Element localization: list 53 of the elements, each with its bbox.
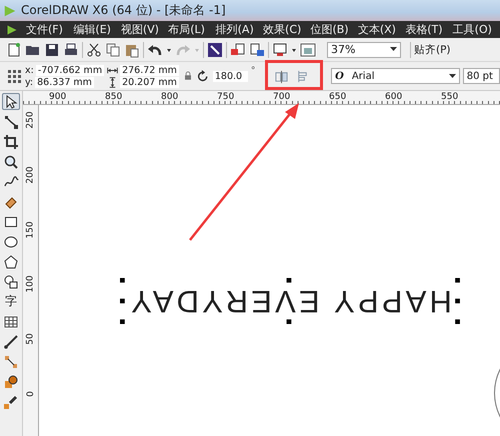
degree-symbol: ° (250, 66, 256, 76)
highlight-box (265, 60, 324, 90)
ruler-label: 850 (105, 92, 124, 104)
height-field[interactable]: 20.207 mm (120, 76, 179, 88)
menu-item[interactable]: 文本(X) (358, 22, 406, 37)
y-position-field[interactable]: 86.337 mm (35, 76, 94, 88)
window-title: CorelDRAW X6 (64 位) - [未命名 -1] (21, 2, 226, 19)
x-label: x: (25, 64, 34, 76)
menu-item[interactable]: 文件(F) (26, 22, 74, 37)
ruler-label: 750 (217, 92, 236, 104)
zoom-level-dropdown[interactable]: 37% (327, 42, 401, 58)
y-label: y: (25, 76, 34, 88)
snap-to-menu[interactable]: 贴齐(P) (414, 42, 451, 56)
ruler-label: 550 (441, 92, 460, 104)
canvas-text[interactable]: HAPPY EVERYDAY (128, 286, 452, 316)
rotation-angle-field[interactable]: 180.0 (212, 70, 248, 82)
menu-item[interactable]: 排列(A) (216, 22, 264, 37)
ruler-label: 150 (26, 221, 36, 238)
cut-icon[interactable] (86, 42, 102, 58)
ruler-label: 800 (161, 92, 180, 104)
ruler-label: 200 (26, 166, 36, 184)
font-dropdown[interactable]: O Arial (331, 68, 460, 84)
ruler-label: 900 (49, 92, 68, 104)
caret-icon (448, 74, 456, 78)
save-icon[interactable] (44, 42, 60, 58)
reference-point-icon[interactable] (6, 68, 22, 84)
ruler-label: 0 (26, 391, 36, 397)
ruler-label: 50 (26, 334, 36, 346)
caret-icon (390, 47, 397, 52)
menu-item[interactable]: 视图(V) (120, 22, 168, 37)
menu-item[interactable]: 表格(T) (405, 22, 453, 37)
height-icon[interactable] (107, 76, 118, 88)
ruler-label: 650 (329, 92, 348, 104)
copy-icon[interactable] (105, 42, 121, 58)
menu-item[interactable]: 编辑(E) (73, 22, 121, 37)
text-tool[interactable]: 字 (2, 293, 20, 310)
width-field[interactable]: 276.72 mm (120, 64, 179, 76)
new-document-icon[interactable] (6, 42, 22, 58)
font-size-field[interactable]: 80 pt (462, 68, 500, 84)
menu-item[interactable]: 布局(L) (168, 22, 216, 37)
rotate-icon[interactable] (196, 70, 210, 82)
menu-item[interactable]: 工具(O) (452, 22, 500, 37)
ruler-label: 700 (273, 92, 292, 104)
menu-item[interactable]: 位图(B) (310, 22, 358, 37)
print-icon[interactable] (63, 42, 79, 58)
ruler-label: 600 (385, 92, 404, 104)
selection-handles-drawing[interactable] (120, 278, 460, 324)
ruler-label: 250 (26, 111, 36, 129)
menu-item[interactable]: 效果(C) (263, 22, 310, 37)
app-logo-icon[interactable] (6, 24, 18, 36)
mirror-horizontal-icon[interactable] (274, 68, 290, 84)
x-position-field[interactable]: -707.662 mm (36, 64, 104, 76)
ruler-label: 100 (26, 276, 36, 294)
